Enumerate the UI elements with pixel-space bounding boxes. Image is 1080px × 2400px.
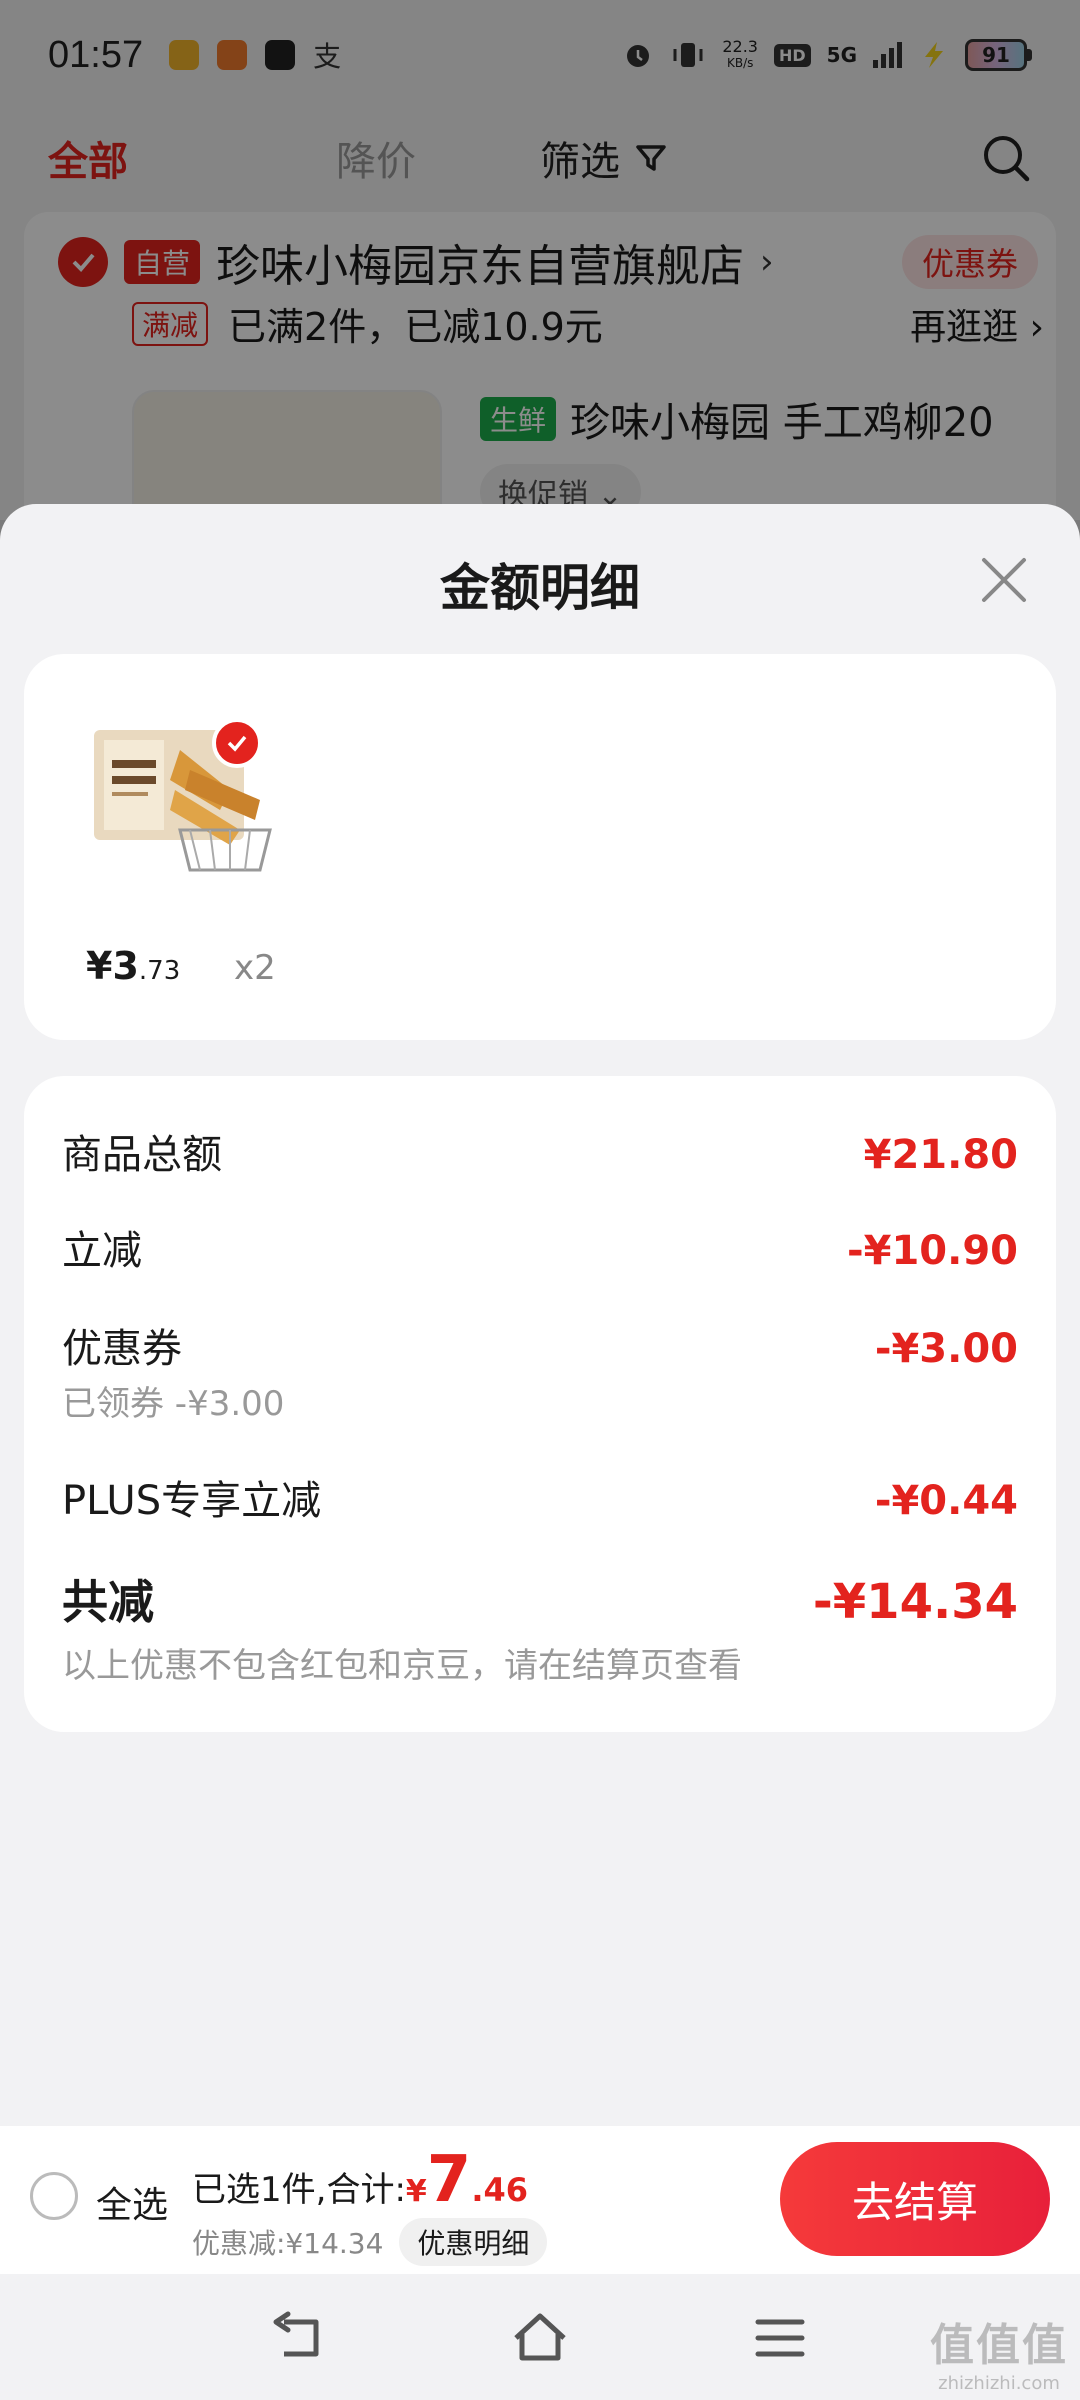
modal-overlay[interactable] bbox=[0, 0, 1080, 520]
sheet-title: 金额明细 bbox=[440, 559, 640, 617]
system-navigation-bar: 值值值 zhizhizhi.com bbox=[0, 2274, 1080, 2400]
item-quantity: x2 bbox=[234, 948, 276, 988]
item-selected-badge bbox=[212, 718, 262, 768]
home-icon[interactable] bbox=[510, 2310, 570, 2366]
goods-total-value: ¥21.80 bbox=[863, 1132, 1018, 1178]
coupon-value: -¥3.00 bbox=[874, 1326, 1018, 1372]
check-icon bbox=[227, 735, 247, 752]
close-icon[interactable] bbox=[976, 552, 1032, 608]
saved-amount: 优惠减:¥14.34 bbox=[192, 2227, 384, 2260]
watermark: 值值值 zhizhizhi.com bbox=[930, 2309, 1068, 2394]
selected-count-text: 已选1件,合计: bbox=[192, 2170, 406, 2210]
item-price-int: ¥3 bbox=[86, 944, 139, 988]
coupon-row: 优惠券 -¥3.00 bbox=[62, 1316, 1018, 1374]
discount-note: 以上优惠不包含红包和京豆，请在结算页查看 bbox=[62, 1646, 742, 1686]
total-cut-label: 共减 bbox=[62, 1575, 154, 1629]
instant-cut-value: -¥10.90 bbox=[847, 1228, 1018, 1274]
checkout-bar: 全选 已选1件,合计: ¥ 7 .46 优惠减:¥14.34 优惠明细 去结算 bbox=[0, 2126, 1080, 2274]
watermark-url: zhizhizhi.com bbox=[938, 2373, 1060, 2394]
goods-total-row: 商品总额 ¥21.80 bbox=[62, 1122, 1018, 1180]
goods-total-label: 商品总额 bbox=[62, 1132, 222, 1178]
checkout-button[interactable]: 去结算 bbox=[780, 2142, 1050, 2256]
plus-cut-label: PLUS专享立减 bbox=[62, 1478, 322, 1524]
total-currency: ¥ bbox=[405, 2174, 427, 2209]
watermark-logo: 值值值 bbox=[930, 2320, 1068, 2371]
amount-breakdown-card: 商品总额 ¥21.80 立减 -¥10.90 优惠券 -¥3.00 已领券 -¥… bbox=[24, 1076, 1056, 1732]
item-price-dec: .73 bbox=[138, 956, 181, 986]
selected-total-line: 已选1件,合计: ¥ 7 .46 bbox=[192, 2148, 528, 2212]
total-cut-value: -¥14.34 bbox=[812, 1574, 1018, 1630]
discount-detail-button[interactable]: 优惠明细 bbox=[399, 2218, 548, 2266]
selected-items-card: ¥3.73 x2 bbox=[24, 654, 1056, 1040]
instant-cut-label: 立减 bbox=[62, 1228, 142, 1274]
saved-line: 优惠减:¥14.34 优惠明细 bbox=[192, 2218, 548, 2266]
coupon-sub-text: 已领券 -¥3.00 bbox=[62, 1384, 285, 1424]
instant-cut-row: 立减 -¥10.90 bbox=[62, 1218, 1018, 1276]
amount-detail-sheet: 金额明细 ¥3.73 x2 商品总额 ¥21.80 立减 -¥10.90 优惠券… bbox=[0, 504, 1080, 2400]
plus-cut-value: -¥0.44 bbox=[874, 1478, 1018, 1524]
total-integer: 7 bbox=[426, 2143, 472, 2217]
select-all-label[interactable]: 全选 bbox=[96, 2176, 168, 2228]
select-all-checkbox[interactable] bbox=[30, 2172, 78, 2220]
back-icon[interactable] bbox=[270, 2310, 330, 2366]
item-unit-price: ¥3.73 bbox=[86, 944, 180, 988]
total-decimal: .46 bbox=[471, 2171, 528, 2209]
menu-icon[interactable] bbox=[750, 2310, 810, 2366]
coupon-label: 优惠券 bbox=[62, 1326, 182, 1372]
plus-cut-row: PLUS专享立减 -¥0.44 bbox=[62, 1468, 1018, 1526]
total-cut-row: 共减 -¥14.34 bbox=[62, 1566, 1018, 1632]
